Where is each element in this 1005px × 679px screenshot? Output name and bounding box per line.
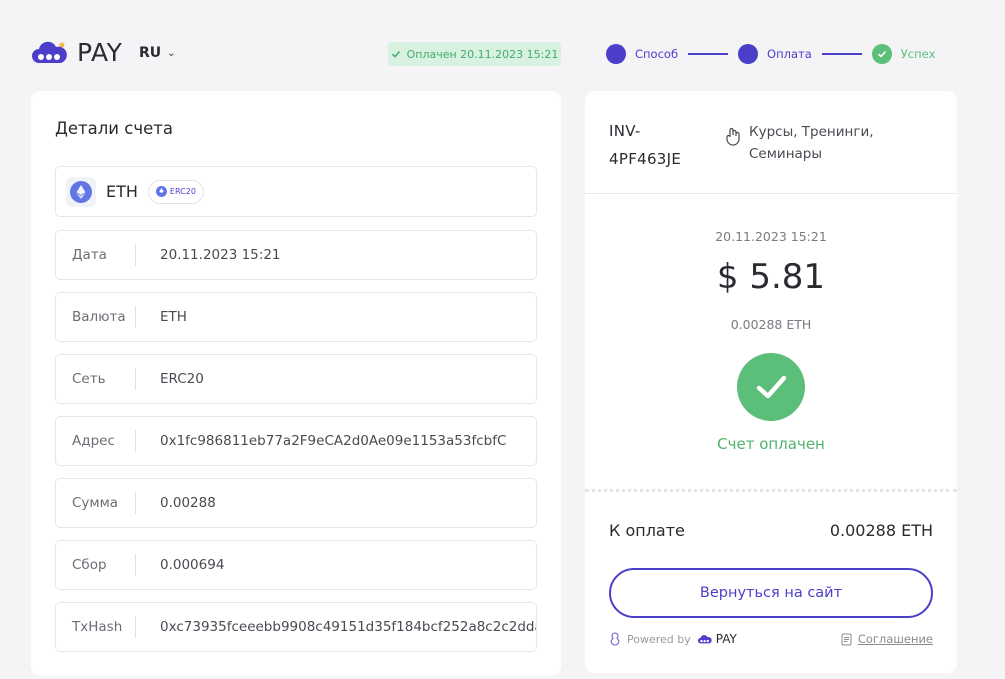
agreement-label: Соглашение [857,632,933,646]
detail-value: ERC20 [160,371,204,387]
detail-row-network: Сеть ERC20 [55,354,537,404]
card-footer: Powered by PAY Соглашение [609,632,933,646]
status-text: Оплачен 20.11.2023 15:21 [406,47,559,61]
invoice-summary-card: INV-4PF463JE Курсы, Тренинги, Семинары 2… [585,91,957,673]
step-connector [821,53,862,55]
step-label-payment: Оплата [767,47,812,61]
detail-row-currency: Валюта ETH [55,292,537,342]
logo[interactable]: PAY [31,38,122,67]
network-chip-label: ERC20 [169,187,196,196]
coin-row: ETH ERC20 [55,166,537,217]
dotted-divider [585,489,957,492]
ethereum-icon [155,186,167,197]
success-check-icon [737,353,805,421]
ethereum-icon [66,176,96,207]
crypto-amount: 0.00288 ETH [730,317,812,332]
network-chip: ERC20 [147,179,204,204]
step-dot-success [871,44,892,64]
check-icon [391,50,400,58]
detail-label: Сеть [56,368,136,390]
powered-by: Powered by PAY [609,632,737,646]
detail-value: ETH [160,309,187,325]
language-selector[interactable]: RU ⌄ [139,45,176,61]
step-label-success: Успех [900,47,936,61]
total-label: К оплате [609,521,685,540]
category-text: Курсы, Тренинги, Семинары [749,124,874,162]
step-dot-payment [738,44,759,64]
coin-name: ETH [106,182,138,201]
invoice-category: Курсы, Тренинги, Семинары [725,121,879,165]
detail-row-address[interactable]: Адрес 0x1fc986811eb77a2F9eCA2d0Ae09e1153… [55,416,537,466]
document-icon [841,633,852,645]
divider [585,193,957,194]
detail-value: 20.11.2023 15:21 [160,247,281,263]
detail-row-txhash[interactable]: TxHash 0xc73935fceeebb9908c49151d35f184b… [55,602,537,652]
detail-row-amount: Сумма 0.00288 [55,478,537,528]
detail-label: Дата [56,244,136,266]
step-connector [688,53,729,55]
logo-mark-icon [610,632,620,646]
language-label: RU [139,45,162,61]
total-value: 0.00288 ETH [829,521,933,540]
status-badge: Оплачен 20.11.2023 15:21 [388,42,561,66]
payment-date: 20.11.2023 15:21 [715,229,827,244]
powered-brand[interactable]: PAY [697,632,737,646]
powered-by-label: Powered by [627,632,691,646]
step-dot-method [606,44,626,64]
detail-label: TxHash [56,616,136,638]
brand-name: PAY [77,38,123,67]
cloud-logo-icon [32,41,67,63]
detail-label: Валюта [56,306,136,328]
check-icon [877,50,886,58]
detail-value: 0.000694 [160,557,225,573]
details-title: Детали счета [55,119,173,138]
detail-label: Сбор [56,554,136,576]
step-label-method: Способ [635,47,679,61]
detail-row-fee: Сбор 0.000694 [55,540,537,590]
detail-row-date: Дата 20.11.2023 15:21 [55,230,537,280]
detail-value[interactable]: 0x1fc986811eb77a2F9eCA2d0Ae09e1153a53fcb… [136,433,536,449]
chevron-down-icon: ⌄ [167,47,176,59]
powered-brand-label: PAY [715,632,737,646]
detail-label: Адрес [56,430,136,452]
cloud-logo-icon [697,634,712,643]
agreement-link[interactable]: Соглашение [841,632,933,646]
invoice-id: INV-4PF463JE [609,122,682,168]
hand-icon [726,127,740,146]
detail-value: 0.00288 [160,495,216,511]
invoice-details-card: Детали счета ETH ERC20 Дата 20.11.2023 1… [31,91,561,676]
paid-status-text: Счет оплачен [717,435,825,453]
payment-amount: $ 5.81 [716,257,826,297]
progress-steps: Способ Оплата Успех [606,44,936,64]
detail-label: Сумма [56,492,136,514]
return-to-site-button[interactable]: Вернуться на сайт [609,568,933,618]
detail-value[interactable]: 0xc73935fceeebb9908c49151d35f184bcf252a8… [136,619,536,635]
